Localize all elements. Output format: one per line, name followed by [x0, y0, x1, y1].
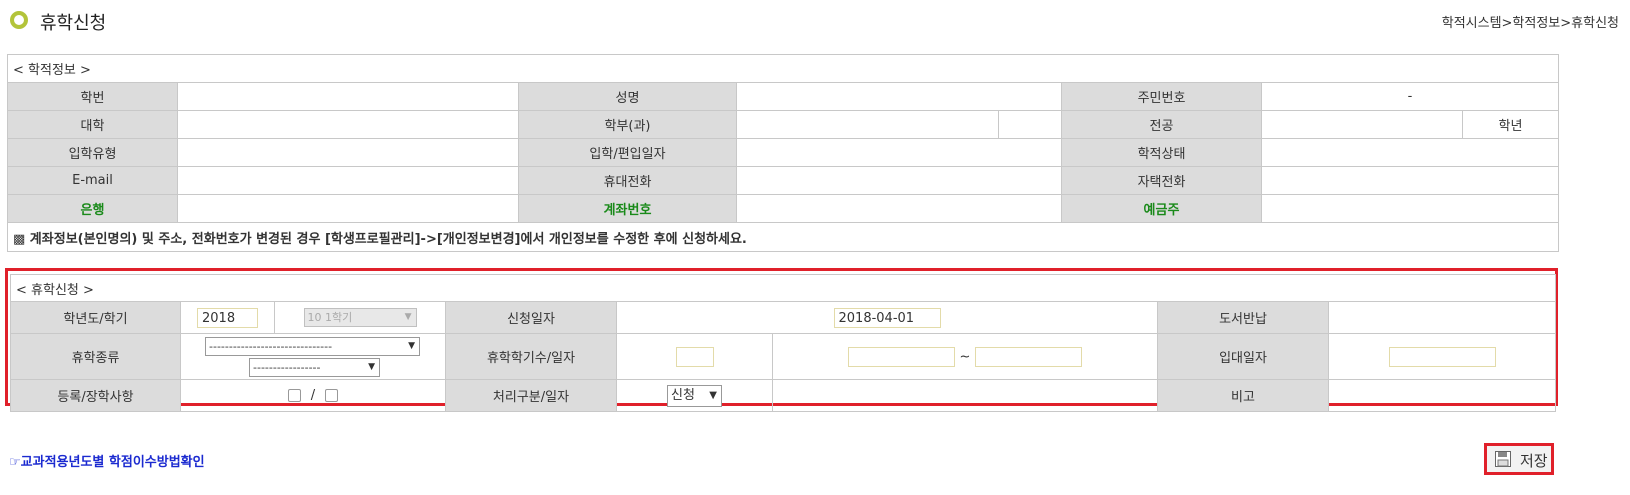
- library-return-label: 도서반납: [1157, 301, 1329, 334]
- email-value: [177, 166, 519, 195]
- semester-select-value: 10 1학기: [307, 311, 353, 324]
- registration-separator: /: [310, 388, 316, 403]
- table-row: 입학유형 입학/편입일자 학적상태: [7, 138, 1560, 167]
- resident-no-value: -: [1260, 82, 1560, 111]
- student-info-section: < 학적정보 > 학번 성명 주민번호 - 대학 학부(과) 전공 학년 입학유…: [6, 54, 1560, 252]
- chevron-down-icon: ▼: [368, 361, 375, 372]
- name-label: 성명: [518, 82, 737, 111]
- leave-subtype-select-value: -----------------: [253, 360, 321, 374]
- student-info-table: < 학적정보 > 학번 성명 주민번호 - 대학 학부(과) 전공 학년 입학유…: [6, 54, 1560, 252]
- email-label: E-mail: [7, 166, 178, 195]
- title-bar: 휴학신청 학적시스템>학적정보>휴학신청: [0, 0, 1630, 40]
- chevron-down-icon: ▼: [408, 340, 415, 351]
- table-row: 휴학종류 ------------------------------- ▼ -…: [10, 333, 1557, 380]
- table-row: 대학 학부(과) 전공 학년: [7, 110, 1560, 139]
- apply-date-cell: 2018-04-01: [616, 301, 1158, 334]
- account-holder-label: 예금주: [1061, 194, 1262, 223]
- year-input[interactable]: 2018: [197, 307, 258, 328]
- apply-date-input[interactable]: 2018-04-01: [833, 307, 941, 328]
- chevron-down-icon: ▼: [709, 389, 717, 401]
- leave-type-select-value: -------------------------------: [209, 339, 333, 353]
- academic-status-value: [1260, 138, 1560, 167]
- department-label: 학부(과): [518, 110, 737, 139]
- academic-status-label: 학적상태: [1061, 138, 1262, 167]
- account-holder-value: [1260, 194, 1560, 223]
- grade-label: 학년: [1461, 110, 1560, 139]
- leave-subtype-select[interactable]: ----------------- ▼: [249, 357, 380, 377]
- range-separator: ~: [959, 349, 971, 364]
- page-title: 휴학신청: [40, 13, 107, 34]
- enlist-date-label: 입대일자: [1157, 333, 1329, 380]
- name-value: [736, 82, 1062, 111]
- process-select[interactable]: 신청 ▼: [667, 384, 722, 407]
- leave-caption: < 휴학신청 >: [9, 274, 1557, 302]
- year-semester-label: 학년도/학기: [10, 301, 181, 334]
- bank-value: [177, 194, 519, 223]
- save-button-label: 저장: [1520, 452, 1548, 470]
- table-row: E-mail 휴대전화 자택전화: [7, 166, 1560, 195]
- account-no-value: [736, 194, 1062, 223]
- mobile-value: [736, 166, 1062, 195]
- admission-date-label: 입학/편입일자: [518, 138, 737, 167]
- leave-type-select[interactable]: ------------------------------- ▼: [205, 336, 420, 356]
- table-row: 학번 성명 주민번호 -: [7, 82, 1560, 111]
- mobile-label: 휴대전화: [518, 166, 737, 195]
- leave-type-label: 휴학종류: [10, 333, 181, 380]
- save-button[interactable]: 저장: [1484, 443, 1554, 475]
- library-return-value: [1327, 301, 1557, 334]
- process-label: 처리구분/일자: [445, 379, 617, 412]
- home-phone-label: 자택전화: [1061, 166, 1262, 195]
- credit-method-link[interactable]: ☞교과적용년도별 학점이수방법확인: [9, 451, 205, 470]
- year-cell: 2018: [180, 301, 275, 334]
- table-row: 등록/장학사항 / 처리구분/일자 신청 ▼ 비고: [10, 379, 1557, 412]
- process-date-value: [772, 379, 1158, 412]
- college-value: [177, 110, 519, 139]
- semester-select[interactable]: 10 1학기 ▼: [303, 308, 417, 327]
- admission-type-label: 입학유형: [7, 138, 178, 167]
- registration-label: 등록/장학사항: [10, 379, 181, 412]
- account-no-label: 계좌번호: [518, 194, 737, 223]
- info-caption: < 학적정보 >: [6, 54, 1560, 83]
- leave-application-table: < 휴학신청 > 학년도/학기 2018 10 1학기 ▼ 신청일자 2018-…: [9, 274, 1557, 412]
- student-id-value: [177, 82, 519, 111]
- registration-checkbox[interactable]: [287, 389, 301, 402]
- leave-period-cell: ~: [772, 333, 1158, 380]
- admission-type-value: [177, 138, 519, 167]
- enlist-date-input[interactable]: [1388, 346, 1496, 367]
- resident-no-label: 주민번호: [1061, 82, 1262, 111]
- semester-cell: 10 1학기 ▼: [274, 301, 446, 334]
- remark-value: [1327, 379, 1557, 412]
- leave-count-cell: [616, 333, 773, 380]
- leave-type-cell: ------------------------------- ▼ ------…: [180, 333, 446, 380]
- home-phone-value: [1260, 166, 1560, 195]
- major-value: [1261, 110, 1463, 139]
- registration-cell: /: [180, 379, 446, 412]
- leave-application-section: < 휴학신청 > 학년도/학기 2018 10 1학기 ▼ 신청일자 2018-…: [5, 268, 1558, 412]
- college-label: 대학: [7, 110, 178, 139]
- process-select-value: 신청: [671, 387, 695, 403]
- table-row: 학년도/학기 2018 10 1학기 ▼ 신청일자 2018-04-01 도서반…: [10, 301, 1557, 334]
- department-value: [736, 110, 999, 139]
- admission-date-value: [736, 138, 1062, 167]
- chevron-down-icon: ▼: [404, 312, 412, 322]
- department-extra-value: [998, 110, 1062, 139]
- student-id-label: 학번: [7, 82, 178, 111]
- table-row: 은행 계좌번호 예금주: [7, 194, 1560, 223]
- leave-count-input[interactable]: [675, 346, 714, 367]
- leave-end-date-input[interactable]: [974, 346, 1082, 367]
- major-label: 전공: [1061, 110, 1262, 139]
- scholarship-checkbox[interactable]: [325, 389, 339, 402]
- bank-label: 은행: [7, 194, 178, 223]
- floppy-disk-icon: [1495, 451, 1511, 467]
- remark-label: 비고: [1157, 379, 1329, 412]
- enlist-date-cell: [1327, 333, 1557, 380]
- process-cell: 신청 ▼: [616, 379, 773, 412]
- account-notice: ▩ 계좌정보(본인명의) 및 주소, 전화번호가 변경된 경우 [학생프로필관리…: [6, 222, 1560, 252]
- leave-start-date-input[interactable]: [848, 346, 956, 367]
- leave-count-label: 휴학학기수/일자: [445, 333, 617, 380]
- apply-date-label: 신청일자: [445, 301, 617, 334]
- title-bullet-icon: [10, 11, 28, 29]
- breadcrumb: 학적시스템>학적정보>휴학신청: [1441, 16, 1619, 31]
